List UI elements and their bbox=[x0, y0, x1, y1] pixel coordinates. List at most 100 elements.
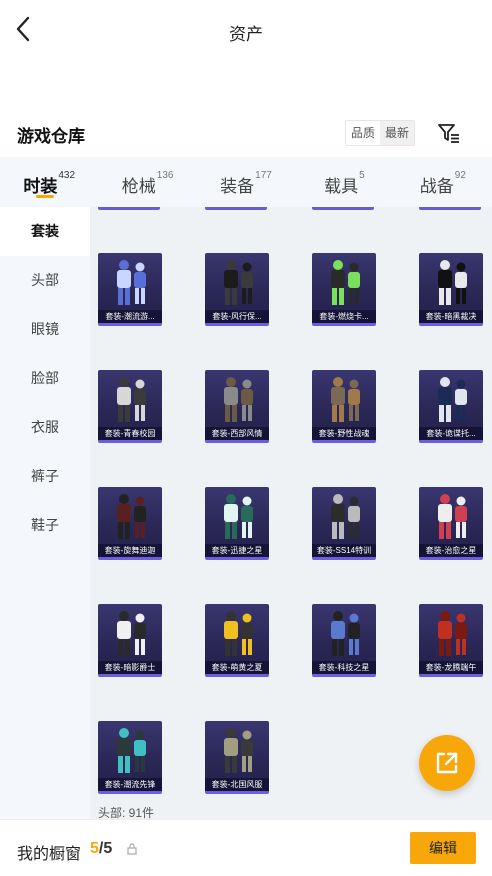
outfit-thumbnail bbox=[117, 377, 146, 422]
item-label: 套装-风行保... bbox=[205, 310, 269, 323]
item-card-peek bbox=[312, 207, 374, 210]
warehouse-row: 游戏仓库 品质 最新 bbox=[0, 112, 492, 156]
item-label: 套装-科技之星 bbox=[312, 661, 376, 674]
item-card[interactable]: 套装-潮流先锋 bbox=[98, 721, 162, 794]
item-card[interactable]: 套装-SS14特训 bbox=[312, 487, 376, 560]
item-card[interactable]: 套装-潮流游... bbox=[98, 253, 162, 326]
sort-quality-button[interactable]: 品质 bbox=[346, 121, 381, 145]
item-label: 套装-西部风情 bbox=[205, 427, 269, 440]
item-label: 套装-萌黄之夏 bbox=[205, 661, 269, 674]
closet-total: /5 bbox=[98, 840, 113, 857]
outfit-thumbnail bbox=[438, 611, 467, 656]
filter-button[interactable] bbox=[436, 120, 462, 146]
outfit-thumbnail bbox=[224, 494, 253, 539]
closet-count: 5/5 bbox=[90, 840, 112, 858]
header-bar: 资产 bbox=[0, 0, 492, 60]
item-card[interactable]: 套装-青春校园 bbox=[98, 370, 162, 443]
outfit-thumbnail bbox=[117, 260, 146, 305]
item-label: 套装-龙腾端午 bbox=[419, 661, 483, 674]
closet-label: 我的橱窗 bbox=[17, 846, 82, 863]
tab-count: 177 bbox=[255, 170, 272, 181]
item-card[interactable]: 套装-旋舞迪迦 bbox=[98, 487, 162, 560]
warehouse-title: 游戏仓库 bbox=[17, 127, 85, 146]
item-card[interactable]: 套装-治愈之星 bbox=[419, 487, 483, 560]
tab-supplies[interactable]: 战备92 bbox=[394, 157, 492, 207]
tab-count: 432 bbox=[58, 170, 76, 181]
tab-count: 92 bbox=[454, 170, 466, 181]
sidebar: 套装 头部 眼镜 脸部 衣服 裤子 鞋子 bbox=[0, 207, 90, 819]
item-card[interactable]: 套装-诡谍托... bbox=[419, 370, 483, 443]
tab-fashion[interactable]: 时装432 bbox=[0, 157, 98, 207]
outfit-thumbnail bbox=[331, 611, 360, 656]
item-label: 套装-暗黑裁决 bbox=[419, 310, 483, 323]
outfit-thumbnail bbox=[438, 494, 467, 539]
item-card[interactable]: 套装-科技之星 bbox=[312, 604, 376, 677]
tab-label: 载具 bbox=[324, 177, 359, 196]
item-card-peek bbox=[98, 207, 160, 210]
item-card-peek bbox=[205, 207, 267, 210]
sidebar-item-pants[interactable]: 裤子 bbox=[0, 452, 90, 501]
outfit-thumbnail bbox=[331, 494, 360, 539]
sidebar-item-outfit[interactable]: 套装 bbox=[0, 207, 90, 256]
sidebar-item-head[interactable]: 头部 bbox=[0, 256, 90, 305]
item-label: 套装-SS14特训 bbox=[312, 544, 376, 557]
item-card[interactable]: 套装-风行保... bbox=[205, 253, 269, 326]
sidebar-item-clothes[interactable]: 衣服 bbox=[0, 403, 90, 452]
tab-vehicles[interactable]: 载具5 bbox=[295, 157, 393, 207]
item-label: 套装-诡谍托... bbox=[419, 427, 483, 440]
outfit-thumbnail bbox=[331, 260, 360, 305]
tab-label: 时装 bbox=[23, 177, 58, 196]
outfit-thumbnail bbox=[438, 260, 467, 305]
outfit-thumbnail bbox=[224, 260, 253, 305]
item-label: 套装-北国风服 bbox=[205, 778, 269, 791]
share-icon bbox=[436, 752, 458, 774]
item-label: 套装-燃烧卡... bbox=[312, 310, 376, 323]
outfit-thumbnail bbox=[331, 377, 360, 422]
item-card[interactable]: 套装-野性战魂 bbox=[312, 370, 376, 443]
page-title: 资产 bbox=[229, 25, 263, 44]
tab-count: 5 bbox=[359, 170, 365, 181]
tab-guns[interactable]: 枪械136 bbox=[98, 157, 196, 207]
item-label: 套装-潮流游... bbox=[98, 310, 162, 323]
item-label: 套装-青春校园 bbox=[98, 427, 162, 440]
tab-label: 装备 bbox=[220, 177, 255, 196]
outfit-thumbnail bbox=[224, 377, 253, 422]
item-card[interactable]: 套装-暗黑裁决 bbox=[419, 253, 483, 326]
sidebar-item-face[interactable]: 脸部 bbox=[0, 354, 90, 403]
lock-icon bbox=[126, 842, 138, 856]
sidebar-item-glasses[interactable]: 眼镜 bbox=[0, 305, 90, 354]
tab-label: 枪械 bbox=[121, 177, 156, 196]
category-tabs: 时装432 枪械136 装备177 载具5 战备92 bbox=[0, 157, 492, 207]
tab-equipment[interactable]: 装备177 bbox=[197, 157, 295, 207]
outfit-thumbnail bbox=[224, 728, 253, 773]
outfit-thumbnail bbox=[117, 494, 146, 539]
item-label: 套装-迅捷之星 bbox=[205, 544, 269, 557]
tab-count: 136 bbox=[156, 170, 174, 181]
item-card[interactable]: 套装-迅捷之星 bbox=[205, 487, 269, 560]
tab-label: 战备 bbox=[419, 177, 454, 196]
share-button[interactable] bbox=[419, 735, 475, 791]
item-card[interactable]: 套装-萌黄之夏 bbox=[205, 604, 269, 677]
section-count-label: 头部: 91件 bbox=[98, 806, 155, 819]
item-card[interactable]: 套装-西部风情 bbox=[205, 370, 269, 443]
item-label: 套装-野性战魂 bbox=[312, 427, 376, 440]
tab-active-indicator bbox=[36, 195, 55, 198]
item-card[interactable]: 套装-北国风服 bbox=[205, 721, 269, 794]
edit-button[interactable]: 编辑 bbox=[410, 832, 476, 864]
sort-toggle: 品质 最新 bbox=[345, 120, 416, 146]
sidebar-item-shoes[interactable]: 鞋子 bbox=[0, 501, 90, 550]
item-card-peek bbox=[419, 207, 481, 210]
item-label: 套装-旋舞迪迦 bbox=[98, 544, 162, 557]
outfit-thumbnail bbox=[117, 728, 146, 773]
item-card[interactable]: 套装-燃烧卡... bbox=[312, 253, 376, 326]
item-grid: 套装-潮流游... 套装-风行保... 套装-燃烧卡... 套装-暗黑裁决套装-青春校… bbox=[90, 207, 492, 819]
outfit-thumbnail bbox=[117, 611, 146, 656]
closet-current: 5 bbox=[90, 840, 99, 857]
item-card[interactable]: 套装-龙腾端午 bbox=[419, 604, 483, 677]
outfit-thumbnail bbox=[438, 377, 467, 422]
outfit-thumbnail bbox=[224, 611, 253, 656]
item-card[interactable]: 套装-暗影爵士 bbox=[98, 604, 162, 677]
sort-latest-button[interactable]: 最新 bbox=[380, 121, 415, 145]
filter-icon bbox=[438, 124, 459, 143]
bottom-bar: 我的橱窗 5/5 编辑 bbox=[0, 819, 492, 876]
